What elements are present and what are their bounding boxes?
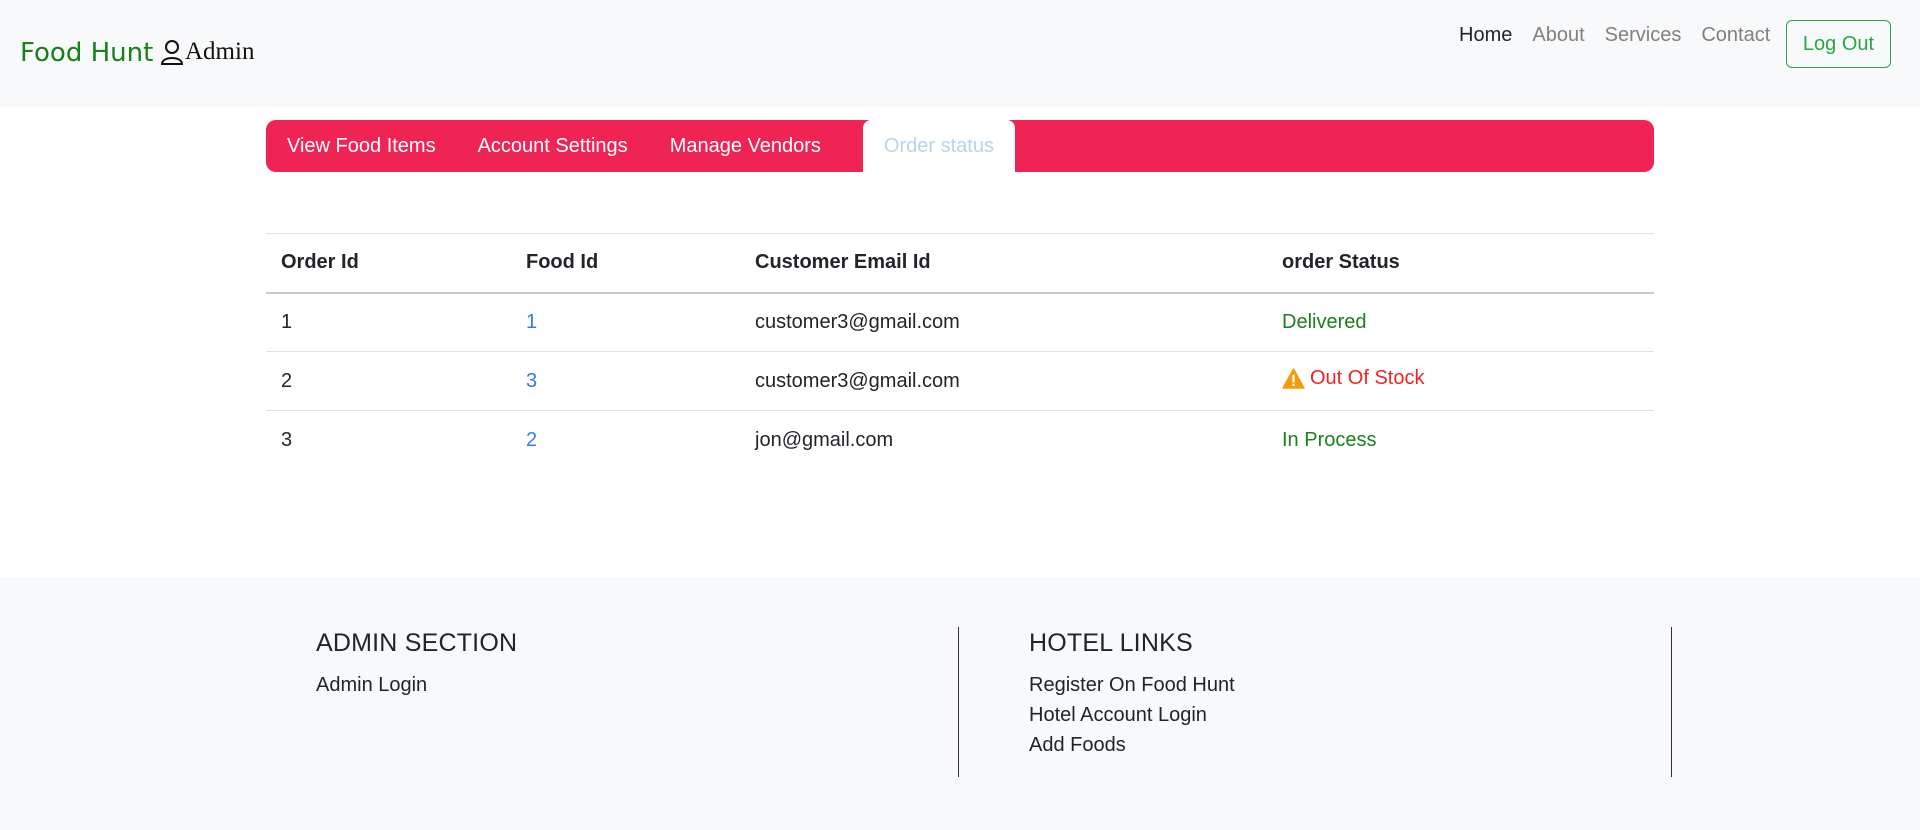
role-text: Admin — [185, 38, 255, 65]
admin-section-heading: ADMIN SECTION — [316, 629, 518, 657]
hotel-links-heading: HOTEL LINKS — [1029, 629, 1193, 657]
admin-tab-bar: View Food Items Account Settings Manage … — [266, 120, 1654, 172]
orders-table: Order Id Food Id Customer Email Id order… — [266, 233, 1654, 470]
email-cell: customer3@gmail.com — [740, 292, 1267, 352]
order-id-cell: 1 — [266, 292, 511, 352]
footer: ADMIN SECTION Admin Login HOTEL LINKS Re… — [0, 577, 1920, 830]
table-row: 3 2 jon@gmail.com In Process — [266, 411, 1654, 470]
nav-home-link[interactable]: Home — [1459, 24, 1512, 47]
header-order-status: order Status — [1267, 233, 1654, 294]
status-delivered: Delivered — [1282, 310, 1367, 333]
order-id-cell: 2 — [266, 351, 511, 411]
nav-contact-link[interactable]: Contact — [1701, 24, 1770, 47]
table-header-row: Order Id Food Id Customer Email Id order… — [266, 233, 1654, 294]
header-customer-email: Customer Email Id — [740, 233, 1267, 294]
status-in-process: In Process — [1282, 428, 1377, 451]
top-navbar: Food Hunt Admin Home About Services Cont… — [0, 0, 1920, 107]
tab-manage-vendors[interactable]: Manage Vendors — [670, 120, 842, 172]
food-id-link[interactable]: 2 — [526, 429, 537, 451]
admin-role-label: Admin — [160, 38, 254, 66]
admin-section: ADMIN SECTION Admin Login — [316, 627, 959, 777]
nav-links: Home About Services Contact — [1459, 24, 1790, 47]
header-food-id: Food Id — [511, 233, 740, 294]
register-link[interactable]: Register On Food Hunt — [1029, 670, 1671, 700]
header-order-id: Order Id — [266, 233, 511, 294]
nav-services-link[interactable]: Services — [1605, 24, 1682, 47]
hotel-links-section: HOTEL LINKS Register On Food Hunt Hotel … — [1029, 627, 1672, 777]
tab-order-status[interactable]: Order status — [862, 120, 1015, 172]
logout-button[interactable]: Log Out — [1786, 20, 1891, 68]
tab-view-food-items[interactable]: View Food Items — [287, 120, 457, 172]
add-foods-link[interactable]: Add Foods — [1029, 730, 1671, 760]
order-id-cell: 3 — [281, 428, 293, 451]
brand-logo[interactable]: Food Hunt — [20, 38, 153, 68]
food-id-link[interactable]: 3 — [526, 370, 537, 392]
table-row: 1 1 customer3@gmail.com Delivered — [266, 292, 1654, 352]
warning-icon — [1282, 368, 1305, 389]
email-cell: customer3@gmail.com — [740, 351, 1267, 411]
nav-about-link[interactable]: About — [1532, 24, 1584, 47]
hotel-login-link[interactable]: Hotel Account Login — [1029, 700, 1671, 730]
status-out-of-stock: Out Of Stock — [1282, 367, 1424, 390]
email-cell: jon@gmail.com — [755, 428, 894, 451]
admin-login-link[interactable]: Admin Login — [316, 670, 958, 700]
status-text: Out Of Stock — [1310, 367, 1425, 389]
user-icon — [160, 40, 184, 65]
tab-account-settings[interactable]: Account Settings — [478, 120, 649, 172]
table-row: 2 3 customer3@gmail.com Out Of Stock — [266, 351, 1654, 411]
food-id-link[interactable]: 1 — [526, 311, 537, 333]
